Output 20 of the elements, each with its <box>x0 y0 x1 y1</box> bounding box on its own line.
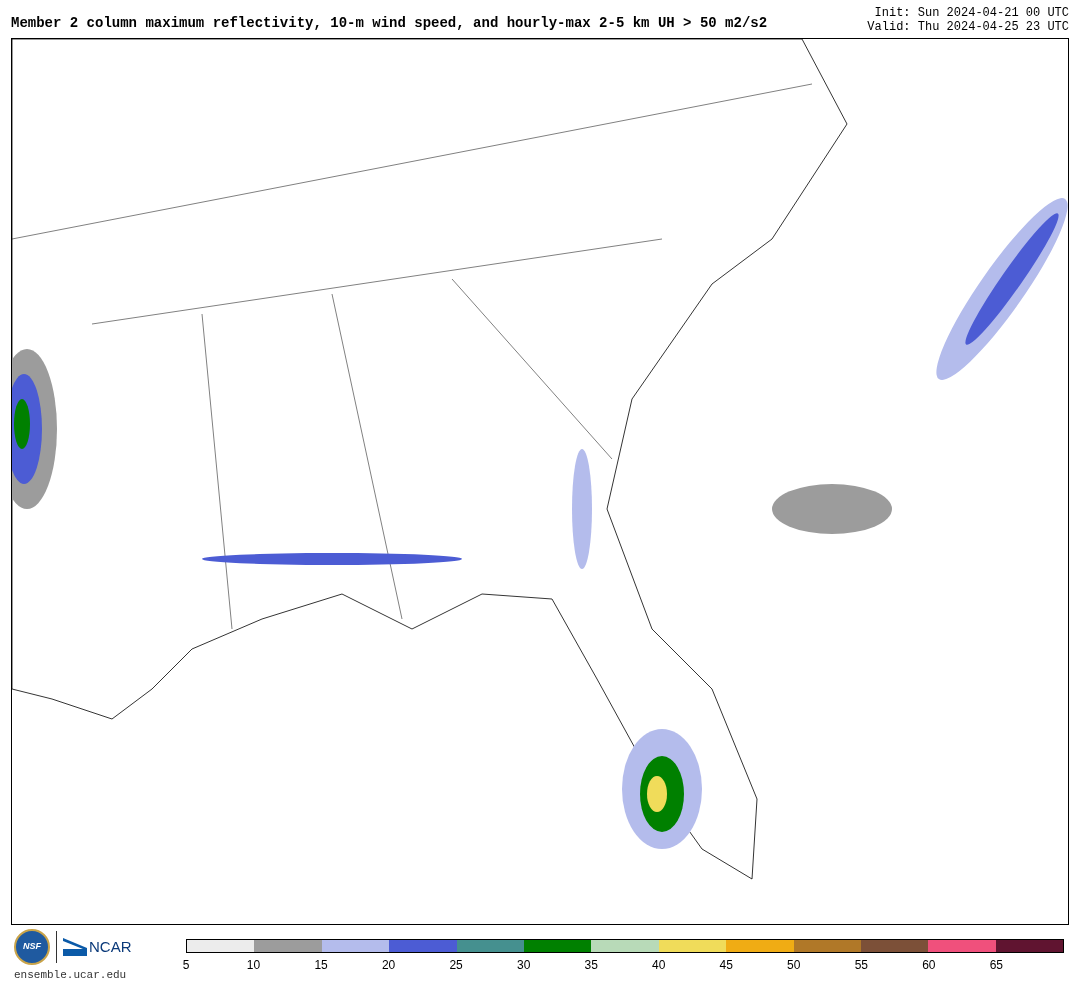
tick-label: 55 <box>854 957 868 974</box>
tick-label: 25 <box>449 957 463 974</box>
init-time: Init: Sun 2024-04-21 00 UTC <box>874 6 1069 20</box>
tick-label: 65 <box>989 957 1004 974</box>
tick-label: 10 <box>246 957 261 974</box>
tick-label: 45 <box>719 957 733 974</box>
tick-label: 50 <box>787 957 801 974</box>
nsf-logo: NSF <box>14 929 50 965</box>
map-title: Member 2 column maximum reflectivity, 10-m wind speed, and hourly-max 2-5 km UH > 50 m2/s2 <box>11 14 768 33</box>
tick-label: 35 <box>584 957 598 974</box>
tick-label: 20 <box>381 957 396 974</box>
tick-label: 30 <box>517 957 531 974</box>
tick-label: 5 <box>182 957 190 974</box>
ncar-logo-icon <box>63 938 87 956</box>
tick-label: 40 <box>652 957 666 974</box>
valid-time: Valid: Thu 2024-04-25 23 UTC <box>867 20 1069 34</box>
ncar-logo-text: NCAR <box>89 936 132 957</box>
tick-label: 15 <box>314 957 328 974</box>
tick-label: 60 <box>922 957 936 974</box>
site-url: ensemble.ucar.edu <box>14 968 127 983</box>
